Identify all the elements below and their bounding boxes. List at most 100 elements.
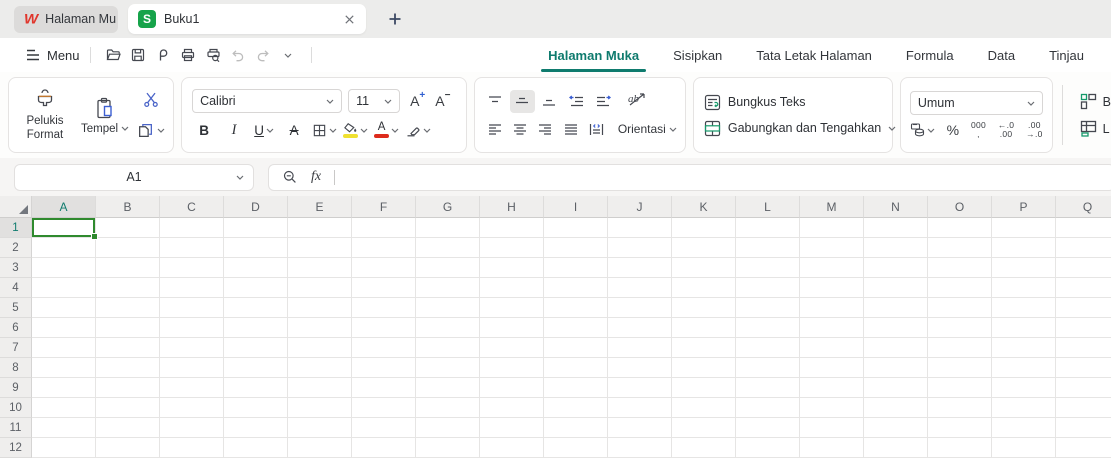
borders-button[interactable] — [312, 119, 337, 141]
cell-B8[interactable] — [96, 358, 160, 378]
row-header-12[interactable]: 12 — [0, 438, 32, 458]
column-header-G[interactable]: G — [416, 196, 480, 218]
cell-I6[interactable] — [544, 318, 608, 338]
cell-D3[interactable] — [224, 258, 288, 278]
cell-N8[interactable] — [864, 358, 928, 378]
formula-input-box[interactable]: fx — [268, 163, 1111, 191]
cell-K1[interactable] — [672, 218, 736, 238]
italic-button[interactable]: I — [222, 119, 246, 141]
cell-A3[interactable] — [32, 258, 96, 278]
column-header-D[interactable]: D — [224, 196, 288, 218]
cell-G9[interactable] — [416, 378, 480, 398]
cell-O5[interactable] — [928, 298, 992, 318]
cell-L10[interactable] — [736, 398, 800, 418]
select-all-corner[interactable] — [0, 196, 32, 218]
cell-Q9[interactable] — [1056, 378, 1111, 398]
cell-L9[interactable] — [736, 378, 800, 398]
cell-H1[interactable] — [480, 218, 544, 238]
cell-O6[interactable] — [928, 318, 992, 338]
cell-E12[interactable] — [288, 438, 352, 458]
font-family-select[interactable]: Calibri — [192, 89, 343, 113]
name-box[interactable]: A1 — [14, 163, 254, 191]
row-header-4[interactable]: 4 — [0, 278, 32, 298]
cell-C8[interactable] — [160, 358, 224, 378]
align-left-button[interactable] — [483, 118, 506, 141]
cell-O4[interactable] — [928, 278, 992, 298]
cell-L11[interactable] — [736, 418, 800, 438]
cell-O9[interactable] — [928, 378, 992, 398]
column-header-B[interactable]: B — [96, 196, 160, 218]
column-header-J[interactable]: J — [608, 196, 672, 218]
cell-F8[interactable] — [352, 358, 416, 378]
increase-decimal-button[interactable]: .00 →.0 — [1026, 121, 1043, 139]
cell-K8[interactable] — [672, 358, 736, 378]
cell-F3[interactable] — [352, 258, 416, 278]
rows-columns-button[interactable]: B — [1080, 93, 1111, 110]
cell-C5[interactable] — [160, 298, 224, 318]
cell-B7[interactable] — [96, 338, 160, 358]
align-right-button[interactable] — [534, 118, 557, 141]
cell-K2[interactable] — [672, 238, 736, 258]
row-header-11[interactable]: 11 — [0, 418, 32, 438]
cell-C6[interactable] — [160, 318, 224, 338]
increase-indent-button[interactable] — [591, 90, 616, 113]
decrease-decimal-button[interactable]: ←.0.00 — [998, 121, 1015, 139]
cell-B1[interactable] — [96, 218, 160, 238]
cell-E7[interactable] — [288, 338, 352, 358]
cell-I2[interactable] — [544, 238, 608, 258]
cell-K5[interactable] — [672, 298, 736, 318]
cell-I10[interactable] — [544, 398, 608, 418]
row-header-10[interactable]: 10 — [0, 398, 32, 418]
cell-O7[interactable] — [928, 338, 992, 358]
cell-A10[interactable] — [32, 398, 96, 418]
document-tab[interactable]: S Buku1 — [128, 4, 366, 34]
cell-A12[interactable] — [32, 438, 96, 458]
cell-M12[interactable] — [800, 438, 864, 458]
cell-I8[interactable] — [544, 358, 608, 378]
worksheet-button[interactable]: L — [1080, 120, 1111, 137]
cell-M1[interactable] — [800, 218, 864, 238]
cell-M10[interactable] — [800, 398, 864, 418]
cell-L7[interactable] — [736, 338, 800, 358]
currency-button[interactable] — [910, 122, 935, 138]
cell-B3[interactable] — [96, 258, 160, 278]
cell-G7[interactable] — [416, 338, 480, 358]
cell-K3[interactable] — [672, 258, 736, 278]
cell-E10[interactable] — [288, 398, 352, 418]
fill-handle[interactable] — [91, 233, 98, 240]
cell-N12[interactable] — [864, 438, 928, 458]
undo-icon[interactable] — [226, 43, 251, 67]
cell-H8[interactable] — [480, 358, 544, 378]
strikethrough-button[interactable]: A — [282, 119, 306, 141]
cell-H9[interactable] — [480, 378, 544, 398]
thousands-separator-button[interactable]: 000, — [971, 121, 986, 139]
column-header-O[interactable]: O — [928, 196, 992, 218]
cell-N10[interactable] — [864, 398, 928, 418]
cell-J3[interactable] — [608, 258, 672, 278]
cell-H7[interactable] — [480, 338, 544, 358]
cell-C12[interactable] — [160, 438, 224, 458]
cell-P12[interactable] — [992, 438, 1056, 458]
cell-Q6[interactable] — [1056, 318, 1111, 338]
cell-B6[interactable] — [96, 318, 160, 338]
cell-P3[interactable] — [992, 258, 1056, 278]
print-icon[interactable] — [176, 43, 201, 67]
cell-D11[interactable] — [224, 418, 288, 438]
cell-A6[interactable] — [32, 318, 96, 338]
cell-G4[interactable] — [416, 278, 480, 298]
cell-D10[interactable] — [224, 398, 288, 418]
cell-M5[interactable] — [800, 298, 864, 318]
cell-C10[interactable] — [160, 398, 224, 418]
row-header-3[interactable]: 3 — [0, 258, 32, 278]
cell-K7[interactable] — [672, 338, 736, 358]
cell-H6[interactable] — [480, 318, 544, 338]
cell-A9[interactable] — [32, 378, 96, 398]
cell-I9[interactable] — [544, 378, 608, 398]
cell-Q7[interactable] — [1056, 338, 1111, 358]
cell-B11[interactable] — [96, 418, 160, 438]
cell-C4[interactable] — [160, 278, 224, 298]
font-size-select[interactable]: 11 — [348, 89, 401, 113]
column-header-E[interactable]: E — [288, 196, 352, 218]
cell-B10[interactable] — [96, 398, 160, 418]
row-header-6[interactable]: 6 — [0, 318, 32, 338]
